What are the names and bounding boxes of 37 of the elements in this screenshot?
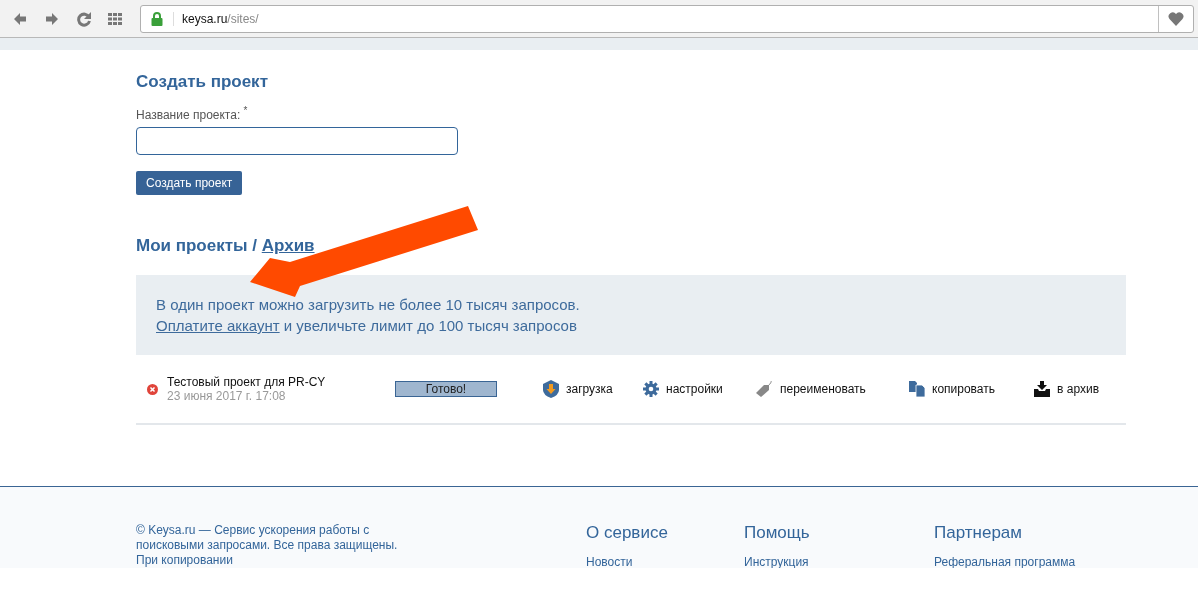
archive-link[interactable]: Архив <box>261 236 315 255</box>
section-title: Мои проекты / <box>136 236 258 255</box>
notice-text: В один проект можно загрузить не более 10 тысяч запросов. Оплатите аккаунт и увеличьте лимит до 100 тысяч запросов <box>156 295 580 336</box>
project-name-field[interactable] <box>136 127 458 155</box>
reload-icon[interactable] <box>76 10 92 27</box>
project-date: 23 июня 2017 г. 17:08 <box>167 389 287 403</box>
lock-icon <box>151 11 163 26</box>
required-mark: * <box>243 105 248 116</box>
upload-action[interactable]: загрузка <box>543 380 643 398</box>
footer-link[interactable]: Инструкция <box>744 555 934 568</box>
gear-icon <box>643 381 659 397</box>
delete-icon[interactable] <box>147 383 158 395</box>
field-label: Название проекта: <box>136 108 241 122</box>
footer-heading: Помощь <box>744 523 811 543</box>
footer-heading: О сервисе <box>586 523 669 543</box>
rename-action[interactable]: переименовать <box>755 380 909 398</box>
project-name: Тестовый проект для PR-CY <box>167 375 327 389</box>
footer-heading: Партнерам <box>934 523 1023 543</box>
settings-action[interactable]: настройки <box>643 380 755 398</box>
pay-account-link[interactable]: Оплатите аккаунт <box>156 317 280 334</box>
archive-action[interactable]: в архив <box>1034 380 1099 398</box>
shield-download-icon <box>543 380 559 398</box>
archive-tray-icon <box>1034 381 1050 397</box>
footer-link[interactable]: Новости <box>586 555 744 568</box>
create-project-button[interactable]: Создать проект <box>136 171 243 195</box>
status-bar: Готово! <box>395 381 497 397</box>
copy-action[interactable]: копировать <box>909 380 1034 398</box>
footer-link[interactable]: Реферальная программа <box>934 555 1076 568</box>
address-bar[interactable]: keysa.ru/sites/ <box>140 4 1194 33</box>
heart-icon <box>1168 11 1184 26</box>
tag-icon <box>755 381 773 397</box>
copyright-text: © Keysa.ru — Сервис ускорения работы с поисковыми запросами. Все права защищены. При копировании <box>136 523 399 568</box>
section-title: Создать проект <box>136 71 269 92</box>
url-text: keysa.ru/sites/ <box>173 11 1158 26</box>
copy-icon <box>909 381 925 397</box>
apps-grid-icon[interactable] <box>108 12 122 25</box>
forward-icon[interactable] <box>44 10 60 27</box>
